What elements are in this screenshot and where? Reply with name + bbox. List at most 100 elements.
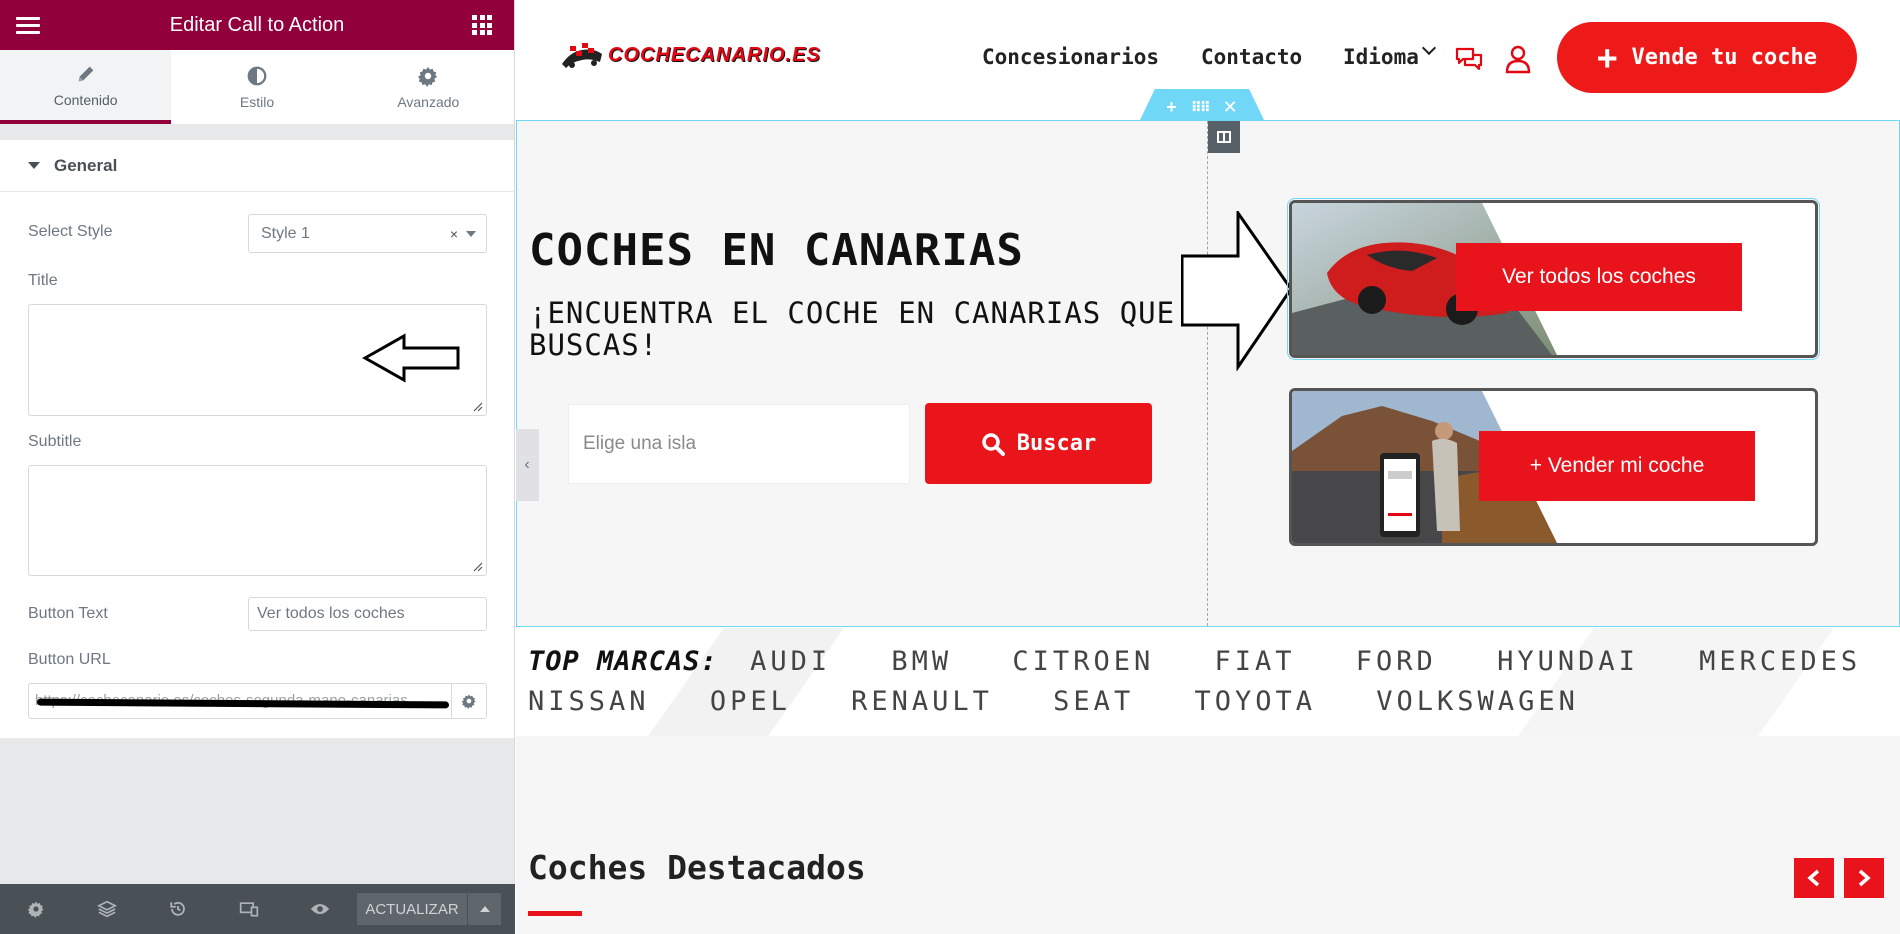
button-text-value: Ver todos los coches <box>257 605 405 622</box>
brand-link[interactable]: NISSAN <box>528 686 650 717</box>
featured-title: Coches Destacados <box>528 848 866 887</box>
collapse-panel-toggle[interactable]: ‹ <box>516 429 539 501</box>
chevron-left-icon <box>1807 869 1820 887</box>
preview-button[interactable] <box>284 884 355 934</box>
column-icon <box>1217 131 1231 143</box>
brand-link[interactable]: HYUNDAI <box>1497 646 1639 677</box>
brand-link[interactable]: SEAT <box>1053 686 1134 717</box>
nav-contacto[interactable]: Contacto <box>1201 45 1302 69</box>
section-general[interactable]: General <box>0 140 514 192</box>
chat-icon[interactable] <box>1454 44 1484 74</box>
carousel-next-button[interactable] <box>1844 858 1884 898</box>
brand-link[interactable]: RENAULT <box>851 686 993 717</box>
cta-all-cars-button[interactable]: Ver todos los coches <box>1456 243 1742 311</box>
clear-icon[interactable]: × <box>450 226 458 242</box>
hero-subtitle: ¡ENCUENTRA EL COCHE EN CANARIAS QUE BUSC… <box>529 296 1176 362</box>
gear-icon <box>418 66 438 87</box>
search-button[interactable]: Buscar <box>925 403 1152 484</box>
tab-label: Contenido <box>53 91 118 108</box>
brand-link[interactable]: CITROEN <box>1012 646 1154 677</box>
select-style-dropdown[interactable]: Style 1 × <box>248 214 487 253</box>
resize-handle-icon[interactable] <box>473 562 483 572</box>
history-icon <box>169 901 185 916</box>
cta-sell-car-button[interactable]: + Vender mi coche <box>1479 431 1755 501</box>
tab-avanzado[interactable]: Avanzado <box>343 50 514 124</box>
chevron-left-icon: ‹ <box>524 456 530 473</box>
chevron-right-icon <box>1858 869 1871 887</box>
widgets-grid-icon[interactable] <box>472 15 492 35</box>
tab-contenido[interactable]: Contenido <box>0 50 172 124</box>
section-title: General <box>54 155 118 175</box>
brand-link[interactable]: FORD <box>1356 646 1437 677</box>
nav-concesionarios[interactable]: Concesionarios <box>982 45 1159 69</box>
plus-icon: + <box>1597 37 1618 78</box>
search-icon <box>982 432 1005 456</box>
cta-card-all-cars[interactable]: Ver todos los coches <box>1287 198 1820 360</box>
pencil-icon <box>78 66 93 81</box>
column-divider <box>1207 121 1208 626</box>
section-handle-bar[interactable]: + ⠿⠿ ✕ <box>1140 89 1264 120</box>
history-button[interactable] <box>142 884 213 934</box>
brand-link[interactable]: MERCEDES <box>1699 646 1861 677</box>
brand-link[interactable]: OPEL <box>710 686 791 717</box>
hero-section: ‹ COCHES EN CANARIAS ¡ENCUENTRA EL COCHE… <box>516 120 1900 627</box>
update-button[interactable]: ACTUALIZAR <box>357 893 467 925</box>
nav-idioma[interactable]: Idioma <box>1343 45 1419 69</box>
top-brands-bar: TOP MARCAS: AUDI BMW CITROEN FIAT FORD H… <box>516 628 1900 736</box>
logo-text: COCHECANARIO.ES <box>608 43 821 66</box>
brand-link[interactable]: VOLKSWAGEN <box>1376 686 1579 717</box>
sell-car-button[interactable]: + Vende tu coche <box>1557 22 1857 93</box>
tab-estilo[interactable]: Estilo <box>171 50 342 124</box>
button-text-input[interactable]: Ver todos los coches <box>248 597 487 631</box>
settings-button[interactable] <box>0 884 71 934</box>
search-button-label: Buscar <box>1016 431 1097 456</box>
brands-lead: TOP MARCAS: <box>528 646 718 677</box>
button-text-label: Button Text <box>28 605 108 622</box>
sell-button-label: Vende tu coche <box>1631 45 1817 70</box>
select-style-value: Style 1 <box>261 224 310 242</box>
title-label: Title <box>28 272 58 289</box>
drag-handle-icon[interactable]: ⠿⠿ <box>1191 99 1211 116</box>
button-url-input[interactable]: https://cochecanario.es/coches-segunda-m… <box>28 683 452 719</box>
site-logo[interactable]: COCHECANARIO.ES <box>560 42 821 68</box>
checkered-flag-icon <box>562 43 602 68</box>
tab-label: Estilo <box>239 93 275 110</box>
resize-handle-icon[interactable] <box>473 402 483 412</box>
url-options-button[interactable] <box>451 683 487 719</box>
panel-title: Editar Call to Action <box>169 13 345 36</box>
featured-section <box>516 736 1900 934</box>
panel-footer: ACTUALIZAR <box>0 884 515 934</box>
gear-icon <box>27 901 43 918</box>
carousel-prev-button[interactable] <box>1794 858 1834 898</box>
subtitle-textarea[interactable] <box>28 465 487 576</box>
cta-card-sell-car[interactable]: + Vender mi coche <box>1289 388 1818 546</box>
chevron-down-icon <box>1421 40 1437 56</box>
close-icon[interactable]: ✕ <box>1223 97 1238 118</box>
update-options-button[interactable] <box>467 893 501 925</box>
column-edit-handle[interactable] <box>1208 121 1240 153</box>
devices-icon <box>239 902 258 917</box>
eye-icon <box>310 904 329 914</box>
subtitle-label: Subtitle <box>28 433 82 450</box>
add-section-icon[interactable]: + <box>1166 97 1177 118</box>
user-icon[interactable] <box>1503 44 1533 74</box>
tab-label: Avanzado <box>397 93 460 110</box>
brand-link[interactable]: TOYOTA <box>1194 686 1316 717</box>
layers-icon <box>96 900 117 918</box>
island-select-input[interactable]: Elige una isla <box>568 404 910 484</box>
hamburger-menu-icon[interactable] <box>16 17 40 38</box>
title-underline <box>528 911 582 916</box>
responsive-button[interactable] <box>213 884 284 934</box>
brand-link[interactable]: AUDI <box>750 646 831 677</box>
editor-panel: Editar Call to Action Contenido Estilo A… <box>0 0 515 934</box>
gear-icon <box>461 694 476 709</box>
caret-up-icon <box>479 906 490 912</box>
caret-down-icon <box>28 162 40 169</box>
button-url-label: Button URL <box>28 651 111 668</box>
panel-header: Editar Call to Action <box>0 0 514 50</box>
brand-link[interactable]: BMW <box>891 646 952 677</box>
navigator-button[interactable] <box>71 884 142 934</box>
decorative-stripe <box>648 628 844 736</box>
annotation-arrow-right-icon <box>1181 211 1293 371</box>
brand-link[interactable]: FIAT <box>1214 646 1295 677</box>
